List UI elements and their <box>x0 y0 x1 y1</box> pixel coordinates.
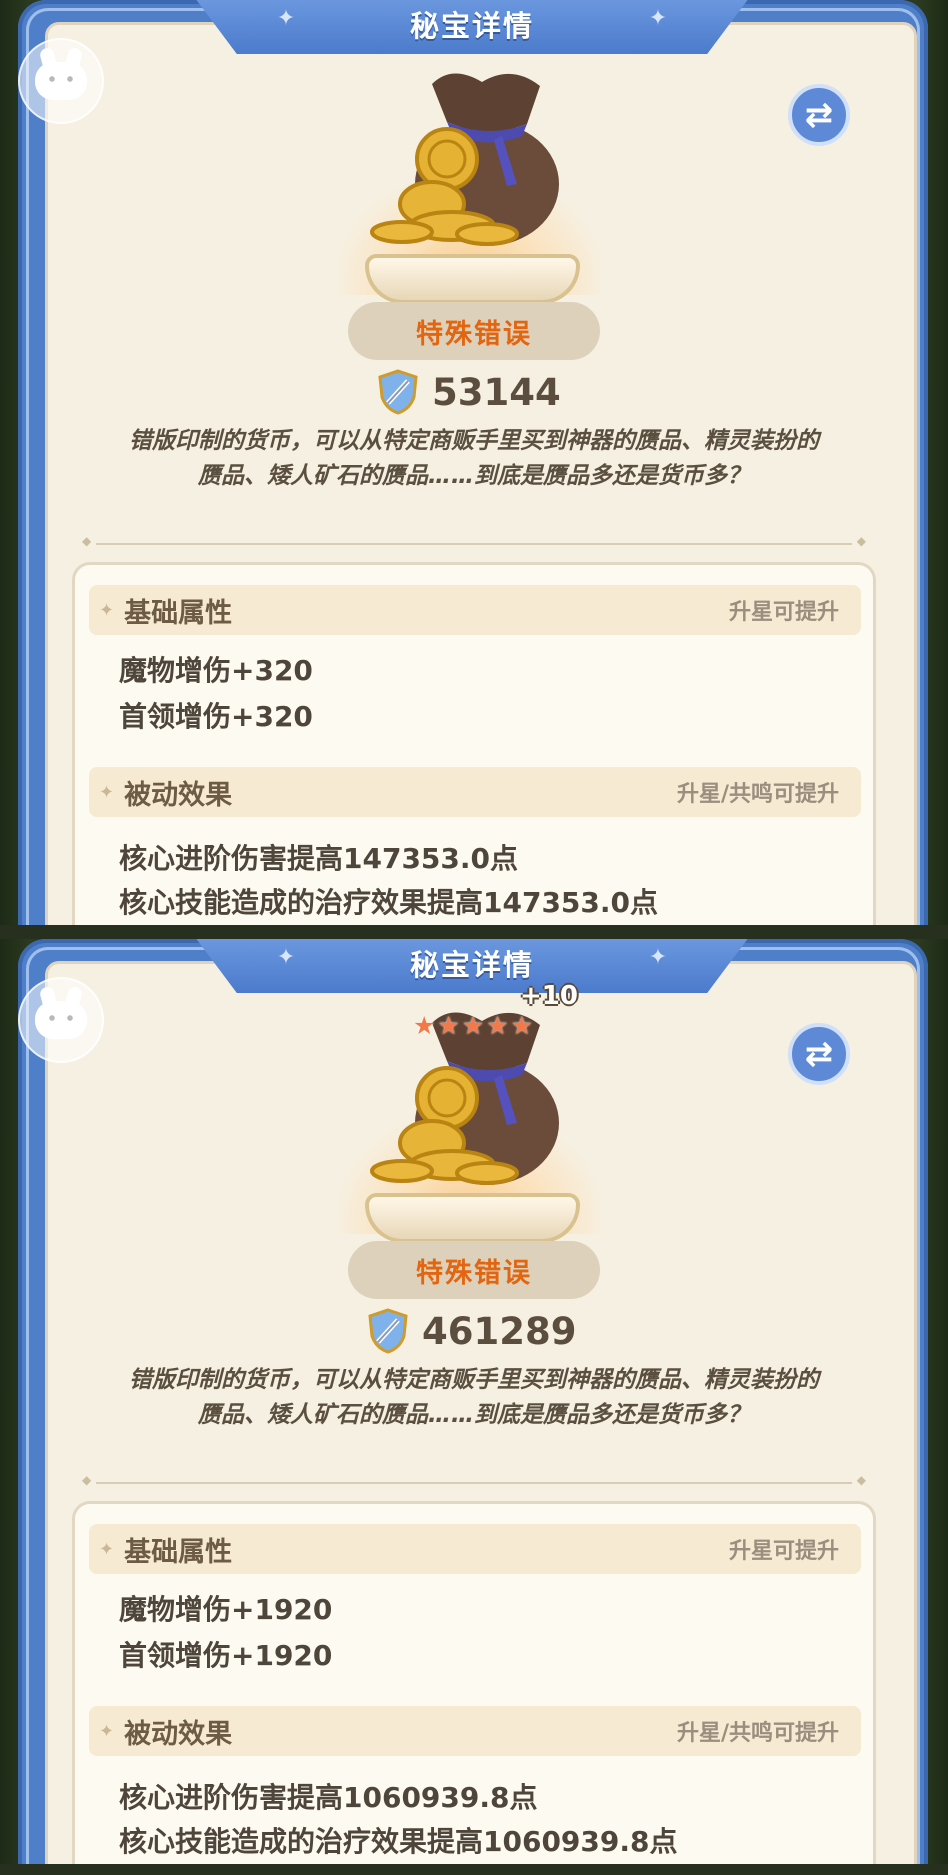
stat-line: 首领增伤+1920 <box>119 1639 333 1672</box>
base-attributes-header: ✦ 基础属性 升星可提升 <box>89 1524 861 1574</box>
section-title: 基础属性 <box>124 597 233 629</box>
power-value: 461289 <box>422 1309 577 1353</box>
section-note: 升星可提升 <box>728 600 839 625</box>
ornament-icon: ✦ <box>276 945 296 970</box>
star-icon: ★ <box>437 1011 460 1040</box>
treasure-detail-panel-2: ✦ 秘宝详情 ✦ ⇄ +10 ★ ★ ★ ★ ★ 特殊错误 461289 错版印… <box>0 939 948 1864</box>
passive-effects-header: ✦ 被动效果 升星/共鸣可提升 <box>89 767 861 817</box>
star-rating: ★ ★ ★ ★ ★ <box>408 1013 538 1039</box>
passive-effects-header: ✦ 被动效果 升星/共鸣可提升 <box>89 1706 861 1756</box>
sparkle-icon: ✦ <box>99 1720 115 1742</box>
sword-shield-icon <box>368 1308 408 1354</box>
stat-line: 核心进阶伤害提高147353.0点 <box>119 842 519 875</box>
swap-icon[interactable]: ⇄ <box>788 84 850 146</box>
sword-shield-icon <box>378 369 418 415</box>
title-banner: ✦ 秘宝详情 ✦ <box>192 939 752 993</box>
stat-line: 首领增伤+320 <box>119 700 313 733</box>
item-description: 错版印制的货币，可以从特定商贩手里买到神器的赝品、精灵装扮的赝品、矮人矿石的赝品… <box>129 428 819 489</box>
ornament-icon: ✦ <box>648 945 668 970</box>
chat-bubble-icon[interactable] <box>18 38 104 124</box>
power-row: 461289 <box>366 1307 576 1355</box>
item-pedestal <box>365 1193 580 1243</box>
base-attributes-header: ✦ 基础属性 升星可提升 <box>89 585 861 635</box>
section-title: 基础属性 <box>124 1536 233 1568</box>
section-title: 被动效果 <box>124 779 233 811</box>
coin-bag-icon <box>370 73 559 246</box>
section-note: 升星/共鸣可提升 <box>676 1721 839 1746</box>
chat-bubble-icon[interactable] <box>18 977 104 1063</box>
treasure-detail-panel-1: ✦ 秘宝详情 ✦ ⇄ 特殊错误 53144 错版印制的货币，可以从特定商贩手里买… <box>0 0 948 925</box>
power-value: 53144 <box>432 370 561 414</box>
attributes-card: ✦ 基础属性 升星可提升 魔物增伤+1920 首领增伤+1920 ✦ 被动效果 升星… <box>72 1501 876 1864</box>
section-title: 被动效果 <box>124 1718 233 1750</box>
power-row: 53144 <box>376 368 561 416</box>
sparkle-icon: ✦ <box>99 1538 115 1560</box>
title-banner: ✦ 秘宝详情 ✦ <box>192 0 752 54</box>
stat-line: 魔物增伤+320 <box>119 654 313 687</box>
divider <box>82 534 866 548</box>
stat-line: 魔物增伤+1920 <box>119 1593 333 1626</box>
section-note: 升星可提升 <box>728 1539 839 1564</box>
sparkle-icon: ✦ <box>99 781 115 803</box>
ornament-icon: ✦ <box>276 6 296 31</box>
section-note: 升星/共鸣可提升 <box>676 782 839 807</box>
star-icon: ★ <box>510 1011 534 1040</box>
item-pedestal <box>365 254 580 304</box>
divider <box>82 1473 866 1487</box>
rarity-badge: 特殊错误 <box>348 1241 600 1299</box>
stat-line: 核心进阶伤害提高1060939.8点 <box>119 1781 538 1814</box>
item-description: 错版印制的货币，可以从特定商贩手里买到神器的赝品、精灵装扮的赝品、矮人矿石的赝品… <box>129 1367 819 1428</box>
star-icon: ★ <box>412 1011 436 1040</box>
stat-line: 核心技能造成的治疗效果提高147353.0点 <box>119 886 659 919</box>
ornament-icon: ✦ <box>648 6 668 31</box>
rarity-badge: 特殊错误 <box>348 302 600 360</box>
swap-icon[interactable]: ⇄ <box>788 1023 850 1085</box>
star-icon: ★ <box>461 1011 485 1040</box>
attributes-card: ✦ 基础属性 升星可提升 魔物增伤+320 首领增伤+320 ✦ 被动效果 升星/共… <box>72 562 876 925</box>
panel-title: 秘宝详情 <box>409 9 534 43</box>
sparkle-icon: ✦ <box>99 599 115 621</box>
panel-title: 秘宝详情 <box>409 948 534 982</box>
stat-line: 核心技能造成的治疗效果提高1060939.8点 <box>119 1825 678 1858</box>
star-icon: ★ <box>486 1011 509 1040</box>
level-badge: +10 <box>520 981 578 1011</box>
